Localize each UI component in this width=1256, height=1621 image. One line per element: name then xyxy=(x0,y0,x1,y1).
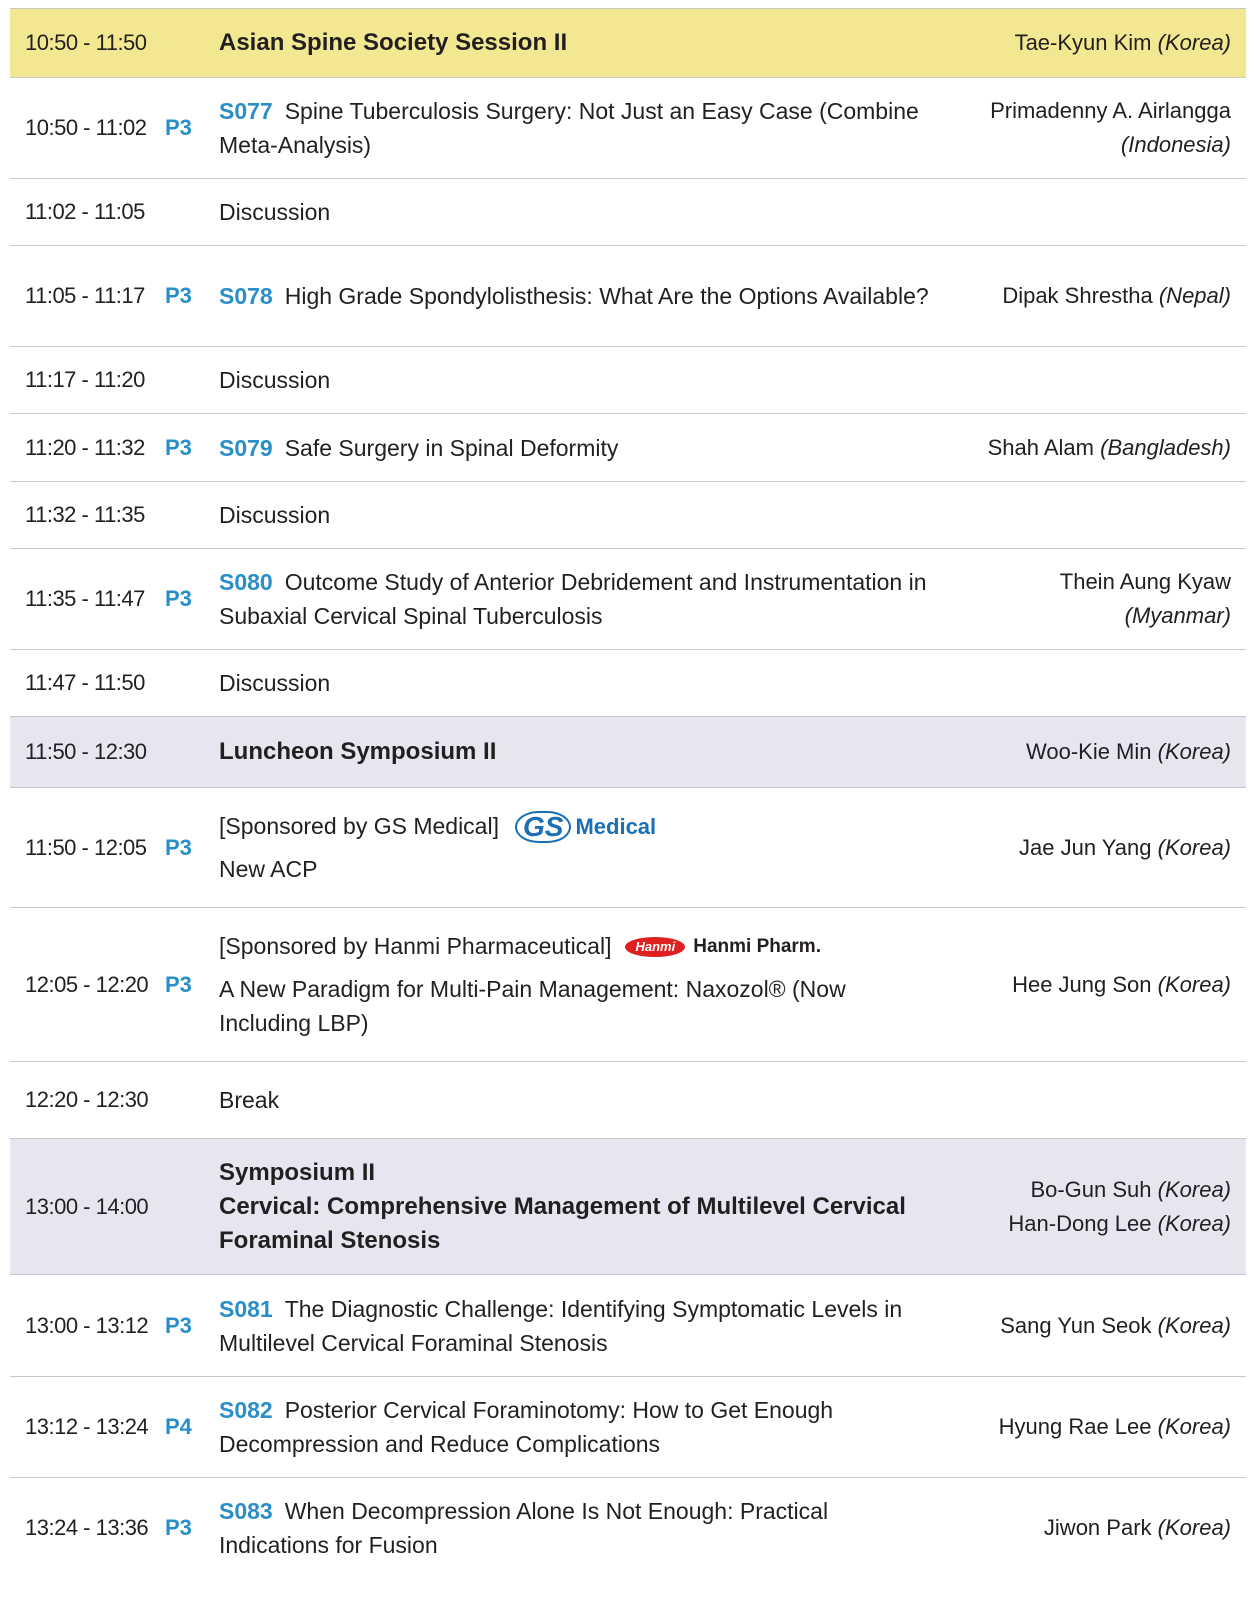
talk-code: S080 xyxy=(219,569,273,595)
talk-time: 11:35 - 11:47 xyxy=(25,586,145,611)
sponsored-talk-row: 12:05 - 12:20 P3 [Sponsored by Hanmi Pha… xyxy=(10,908,1246,1062)
session-chairs: Bo-Gun Suh (Korea) Han-Dong Lee (Korea) xyxy=(1008,1176,1231,1236)
talk-title: S077 Spine Tuberculosis Surgery: Not Just… xyxy=(219,98,919,158)
talk-code: S079 xyxy=(219,434,273,461)
talk-speaker: Thein Aung Kyaw (Myanmar) xyxy=(1059,569,1231,628)
room-label: P3 xyxy=(165,1515,192,1540)
talk-row: 13:00 - 13:12 P3 S081 The Diagnostic Chal… xyxy=(10,1275,1246,1377)
room-label: P3 xyxy=(165,1312,192,1338)
talk-time: 11:50 - 12:05 xyxy=(25,834,147,860)
discussion-row: 11:02 - 11:05 Discussion xyxy=(10,179,1246,246)
session-chair: Woo-Kie Min (Korea) xyxy=(1025,739,1231,764)
room-label: P3 xyxy=(165,586,192,611)
talk-row: 11:05 - 11:17 P3 S078 High Grade Spondylo… xyxy=(10,246,1246,347)
sponsor-line: [Sponsored by Hanmi Pharmaceutical] Hanmi… xyxy=(219,929,931,965)
talk-time: 11:05 - 11:17 xyxy=(25,283,145,308)
talk-time: 13:00 - 13:12 xyxy=(25,1312,149,1338)
talk-title: S078 High Grade Spondylolisthesis: What A… xyxy=(219,283,929,309)
session-title: Symposium II Cervical: Comprehensive Man… xyxy=(219,1156,931,1258)
session-title: Luncheon Symposium II xyxy=(219,738,497,765)
discussion-row: 11:47 - 11:50 Discussion xyxy=(10,650,1246,717)
talk-speaker: Dipak Shrestha (Nepal) xyxy=(1002,283,1231,308)
session-header-row: 10:50 - 11:50 Asian Spine Society Sessio… xyxy=(10,8,1246,78)
session-header-row: 11:50 - 12:30 Luncheon Symposium II Woo-… xyxy=(10,717,1246,788)
sponsored-talk-row: 11:50 - 12:05 P3 [Sponsored by GS Medica… xyxy=(10,788,1246,908)
talk-time: 13:12 - 13:24 xyxy=(25,1414,149,1439)
program-table: 10:50 - 11:50 Asian Spine Society Sessio… xyxy=(10,8,1246,1578)
talk-title: Discussion xyxy=(219,502,331,528)
talk-time: 11:17 - 11:20 xyxy=(25,367,145,392)
talk-speaker: Sang Yun Seok (Korea) xyxy=(1000,1312,1231,1338)
talk-speaker: Jae Jun Yang (Korea) xyxy=(1019,834,1231,860)
talk-title: [Sponsored by Hanmi Pharmaceutical] Hanmi… xyxy=(219,929,931,1041)
talk-time: 11:32 - 11:35 xyxy=(25,502,145,527)
discussion-row: 11:17 - 11:20 Discussion xyxy=(10,347,1246,414)
talk-title: Discussion xyxy=(219,367,331,393)
talk-row: 13:24 - 13:36 P3 S083 When Decompression … xyxy=(10,1478,1246,1578)
talk-title: S080 Outcome Study of Anterior Debridemen… xyxy=(219,569,927,629)
room-label: P3 xyxy=(165,115,192,140)
room-label: P4 xyxy=(165,1414,192,1439)
talk-time: 13:24 - 13:36 xyxy=(25,1515,149,1540)
talk-title: Discussion xyxy=(219,199,331,225)
talk-speaker: Hyung Rae Lee (Korea) xyxy=(998,1414,1231,1439)
talk-title: S083 When Decompression Alone Is Not Enou… xyxy=(219,1498,829,1558)
session-time: 10:50 - 11:50 xyxy=(25,30,147,55)
session-chair: Tae-Kyun Kim (Korea) xyxy=(1014,30,1231,55)
talk-time: 11:02 - 11:05 xyxy=(25,199,145,224)
talk-title: Discussion xyxy=(219,670,331,696)
talk-row: 13:12 - 13:24 P4 S082 Posterior Cervical … xyxy=(10,1377,1246,1478)
talk-time: 12:05 - 12:20 xyxy=(25,971,149,997)
session-time: 11:50 - 12:30 xyxy=(25,739,147,764)
talk-speaker: Hee Jung Son (Korea) xyxy=(1012,971,1231,997)
session-subtitle: Cervical: Comprehensive Management of Mu… xyxy=(219,1192,906,1254)
hanmi-logo: Hanmi Hanmi Pharm. xyxy=(625,930,821,964)
talk-time: 10:50 - 11:02 xyxy=(25,115,147,140)
room-label: P3 xyxy=(165,283,192,308)
sponsor-line: [Sponsored by GS Medical] GS Medical xyxy=(219,810,657,844)
break-row: 12:20 - 12:30 Break xyxy=(10,1062,1246,1139)
talk-title: [Sponsored by GS Medical] GS Medical New A… xyxy=(219,809,931,887)
talk-row: 11:20 - 11:32 P3 S079 Safe Surgery in Spi… xyxy=(10,414,1246,482)
talk-row: 11:35 - 11:47 P3 S080 Outcome Study of An… xyxy=(10,549,1246,650)
talk-time: 12:20 - 12:30 xyxy=(25,1087,149,1112)
talk-speaker: Primadenny A. Airlangga (Indonesia) xyxy=(990,98,1231,157)
session-title-line: Symposium II xyxy=(219,1158,376,1186)
talk-time: 11:47 - 11:50 xyxy=(25,670,145,695)
talk-subtitle: New ACP xyxy=(219,856,318,883)
session-time: 13:00 - 14:00 xyxy=(25,1193,149,1219)
session-title: Asian Spine Society Session II xyxy=(219,29,568,56)
talk-speaker: Shah Alam (Bangladesh) xyxy=(987,434,1231,460)
session-header-row: 13:00 - 14:00 Symposium II Cervical: Com… xyxy=(10,1139,1246,1275)
talk-title: S081 The Diagnostic Challenge: Identifyin… xyxy=(219,1295,903,1356)
talk-code: S083 xyxy=(219,1498,273,1524)
talk-time: 11:20 - 11:32 xyxy=(25,434,145,460)
talk-code: S077 xyxy=(219,98,273,124)
talk-title: S082 Posterior Cervical Foraminotomy: How… xyxy=(219,1397,834,1457)
talk-code: S078 xyxy=(219,283,273,309)
gs-medical-logo: GS Medical xyxy=(514,810,656,844)
talk-code: S081 xyxy=(219,1295,273,1322)
room-label: P3 xyxy=(165,971,192,997)
talk-code: S082 xyxy=(219,1397,273,1423)
discussion-row: 11:32 - 11:35 Discussion xyxy=(10,482,1246,549)
talk-title: S079 Safe Surgery in Spinal Deformity xyxy=(219,434,619,461)
talk-speaker: Jiwon Park (Korea) xyxy=(1043,1515,1231,1540)
talk-subtitle: A New Paradigm for Multi-Pain Management… xyxy=(219,976,846,1037)
room-label: P3 xyxy=(165,834,192,860)
room-label: P3 xyxy=(165,434,192,460)
talk-row: 10:50 - 11:02 P3 S077 Spine Tuberculosis … xyxy=(10,78,1246,179)
talk-title: Break xyxy=(219,1087,280,1113)
